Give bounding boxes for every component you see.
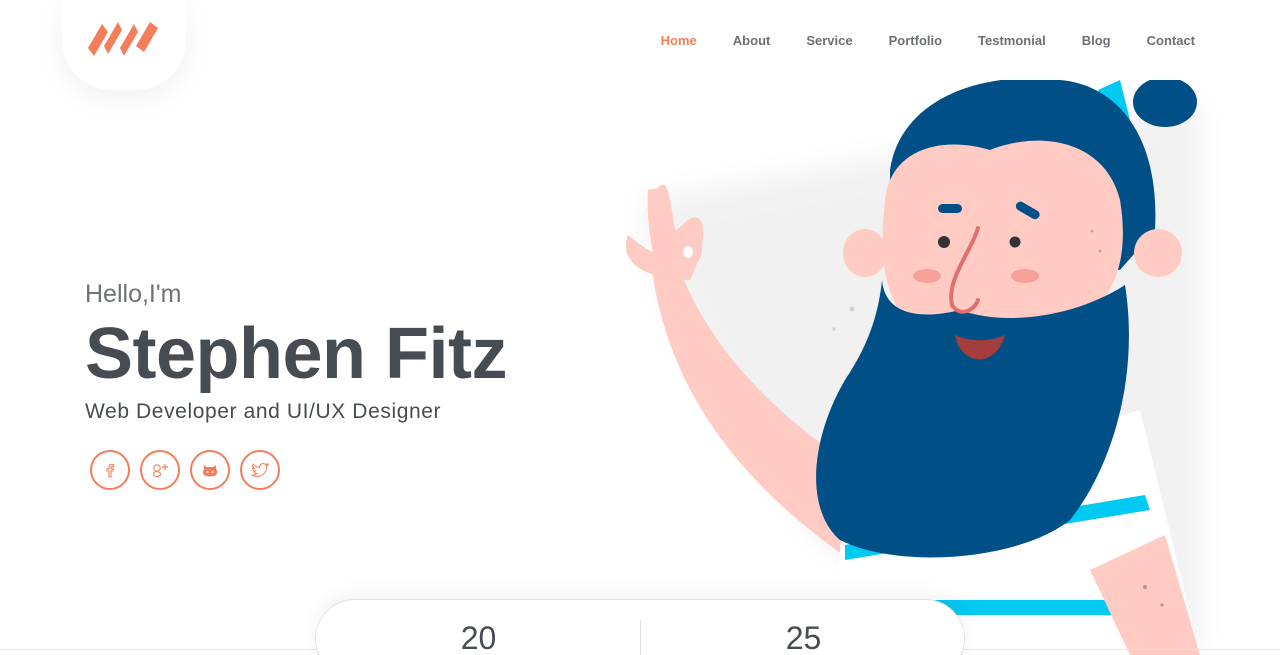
nav-contact[interactable]: Contact <box>1147 33 1195 48</box>
header: Home About Service Portfolio Testmonial … <box>0 0 1280 90</box>
google-plus-link[interactable] <box>140 450 180 490</box>
nav-home[interactable]: Home <box>661 33 697 48</box>
twitter-link[interactable] <box>240 450 280 490</box>
github-icon <box>202 465 218 477</box>
stats-panel: 20 25 <box>315 599 965 655</box>
facebook-icon <box>106 463 115 478</box>
nav-testimonial[interactable]: Testmonial <box>978 33 1046 48</box>
github-link[interactable] <box>190 450 230 490</box>
stat-value: 20 <box>460 620 497 655</box>
nav-portfolio[interactable]: Portfolio <box>889 33 942 48</box>
stat-value: 25 <box>785 620 822 655</box>
nav-service[interactable]: Service <box>806 33 852 48</box>
hero-name: Stephen Fitz <box>85 314 508 394</box>
hero-greeting: Hello,I'm <box>85 280 182 308</box>
google-plus-icon <box>152 464 168 478</box>
facebook-link[interactable] <box>90 450 130 490</box>
nav-blog[interactable]: Blog <box>1082 33 1111 48</box>
logo-icon <box>88 22 158 56</box>
nav-about[interactable]: About <box>733 33 771 48</box>
hero-illustration <box>600 80 1280 655</box>
social-links <box>90 450 290 490</box>
hero-intro: Hello,I'm Stephen Fitz Web Developer and… <box>85 278 508 426</box>
hero-role: Web Developer and UI/UX Designer <box>85 400 442 423</box>
main-nav: Home About Service Portfolio Testmonial … <box>625 0 1195 80</box>
twitter-icon <box>251 462 269 478</box>
logo[interactable] <box>62 0 186 90</box>
